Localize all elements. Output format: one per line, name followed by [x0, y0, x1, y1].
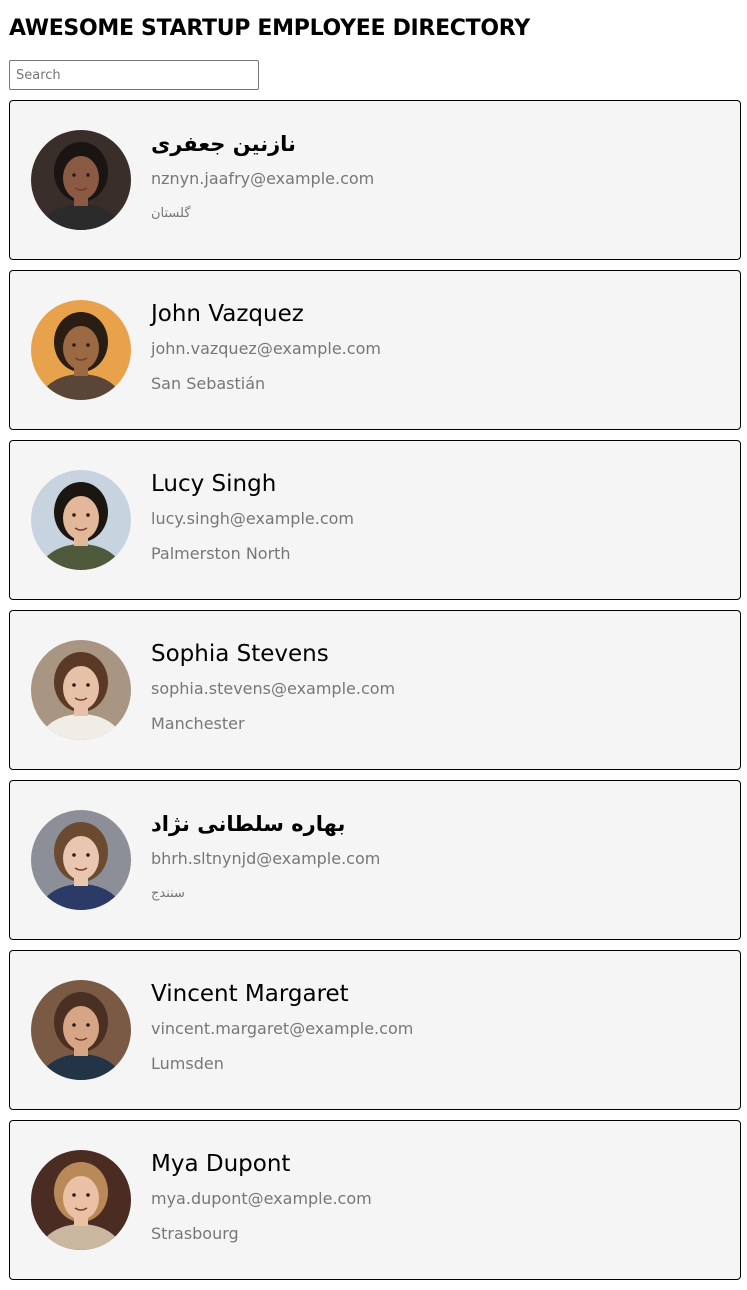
employee-email: vincent.margaret@example.com	[151, 1019, 414, 1038]
employee-info: Lucy Singh lucy.singh@example.com Palmer…	[151, 467, 730, 564]
employee-city: Palmerston North	[151, 544, 291, 563]
portrait-image	[31, 130, 131, 230]
employee-info: نازنین جعفری nznyn.jaafry@example.com گل…	[151, 127, 730, 224]
portrait-image	[31, 640, 131, 740]
portrait-image	[31, 810, 131, 910]
employee-city: Manchester	[151, 714, 245, 733]
employee-city: Lumsden	[151, 1054, 224, 1073]
employee-city: گلستان	[151, 206, 191, 221]
portrait-image	[31, 1150, 131, 1250]
employee-info: Vincent Margaret vincent.margaret@exampl…	[151, 977, 730, 1074]
employee-email: nznyn.jaafry@example.com	[151, 169, 375, 188]
employee-city: Strasbourg	[151, 1224, 239, 1243]
employee-name: Sophia Stevens	[151, 641, 329, 667]
employee-name: Lucy Singh	[151, 471, 277, 497]
employee-card[interactable]: Vincent Margaret vincent.margaret@exampl…	[9, 950, 741, 1110]
employee-city: سنندج	[151, 886, 185, 901]
employee-avatar	[31, 1150, 131, 1250]
page-title: AWESOME STARTUP EMPLOYEE DIRECTORY	[9, 16, 530, 41]
employee-card[interactable]: Mya Dupont mya.dupont@example.com Strasb…	[9, 1120, 741, 1280]
employee-email: bhrh.sltnynjd@example.com	[151, 849, 381, 868]
employee-info: Sophia Stevens sophia.stevens@example.co…	[151, 637, 730, 734]
employee-avatar	[31, 640, 131, 740]
portrait-image	[31, 470, 131, 570]
employee-info: بهاره سلطانی نژاد bhrh.sltnynjd@example.…	[151, 807, 730, 904]
portrait-image	[31, 980, 131, 1080]
employee-card[interactable]: Sophia Stevens sophia.stevens@example.co…	[9, 610, 741, 770]
employee-email: mya.dupont@example.com	[151, 1189, 372, 1208]
employee-info: John Vazquez john.vazquez@example.com Sa…	[151, 297, 730, 394]
portrait-image	[31, 300, 131, 400]
employee-name: Mya Dupont	[151, 1151, 291, 1177]
employee-avatar	[31, 470, 131, 570]
employee-name: بهاره سلطانی نژاد	[151, 812, 346, 836]
employee-name: نازنین جعفری	[151, 132, 296, 156]
employee-email: john.vazquez@example.com	[151, 339, 381, 358]
employee-avatar	[31, 130, 131, 230]
employee-avatar	[31, 300, 131, 400]
employee-avatar	[31, 980, 131, 1080]
employee-list: نازنین جعفری nznyn.jaafry@example.com گل…	[9, 100, 741, 1290]
employee-card[interactable]: Lucy Singh lucy.singh@example.com Palmer…	[9, 440, 741, 600]
employee-email: lucy.singh@example.com	[151, 509, 354, 528]
employee-name: Vincent Margaret	[151, 981, 349, 1007]
employee-card[interactable]: نازنین جعفری nznyn.jaafry@example.com گل…	[9, 100, 741, 260]
employee-name: John Vazquez	[151, 301, 304, 327]
search-input[interactable]	[9, 60, 259, 90]
employee-city: San Sebastián	[151, 374, 266, 393]
employee-email: sophia.stevens@example.com	[151, 679, 396, 698]
employee-avatar	[31, 810, 131, 910]
employee-card[interactable]: John Vazquez john.vazquez@example.com Sa…	[9, 270, 741, 430]
employee-info: Mya Dupont mya.dupont@example.com Strasb…	[151, 1147, 730, 1244]
employee-card[interactable]: بهاره سلطانی نژاد bhrh.sltnynjd@example.…	[9, 780, 741, 940]
